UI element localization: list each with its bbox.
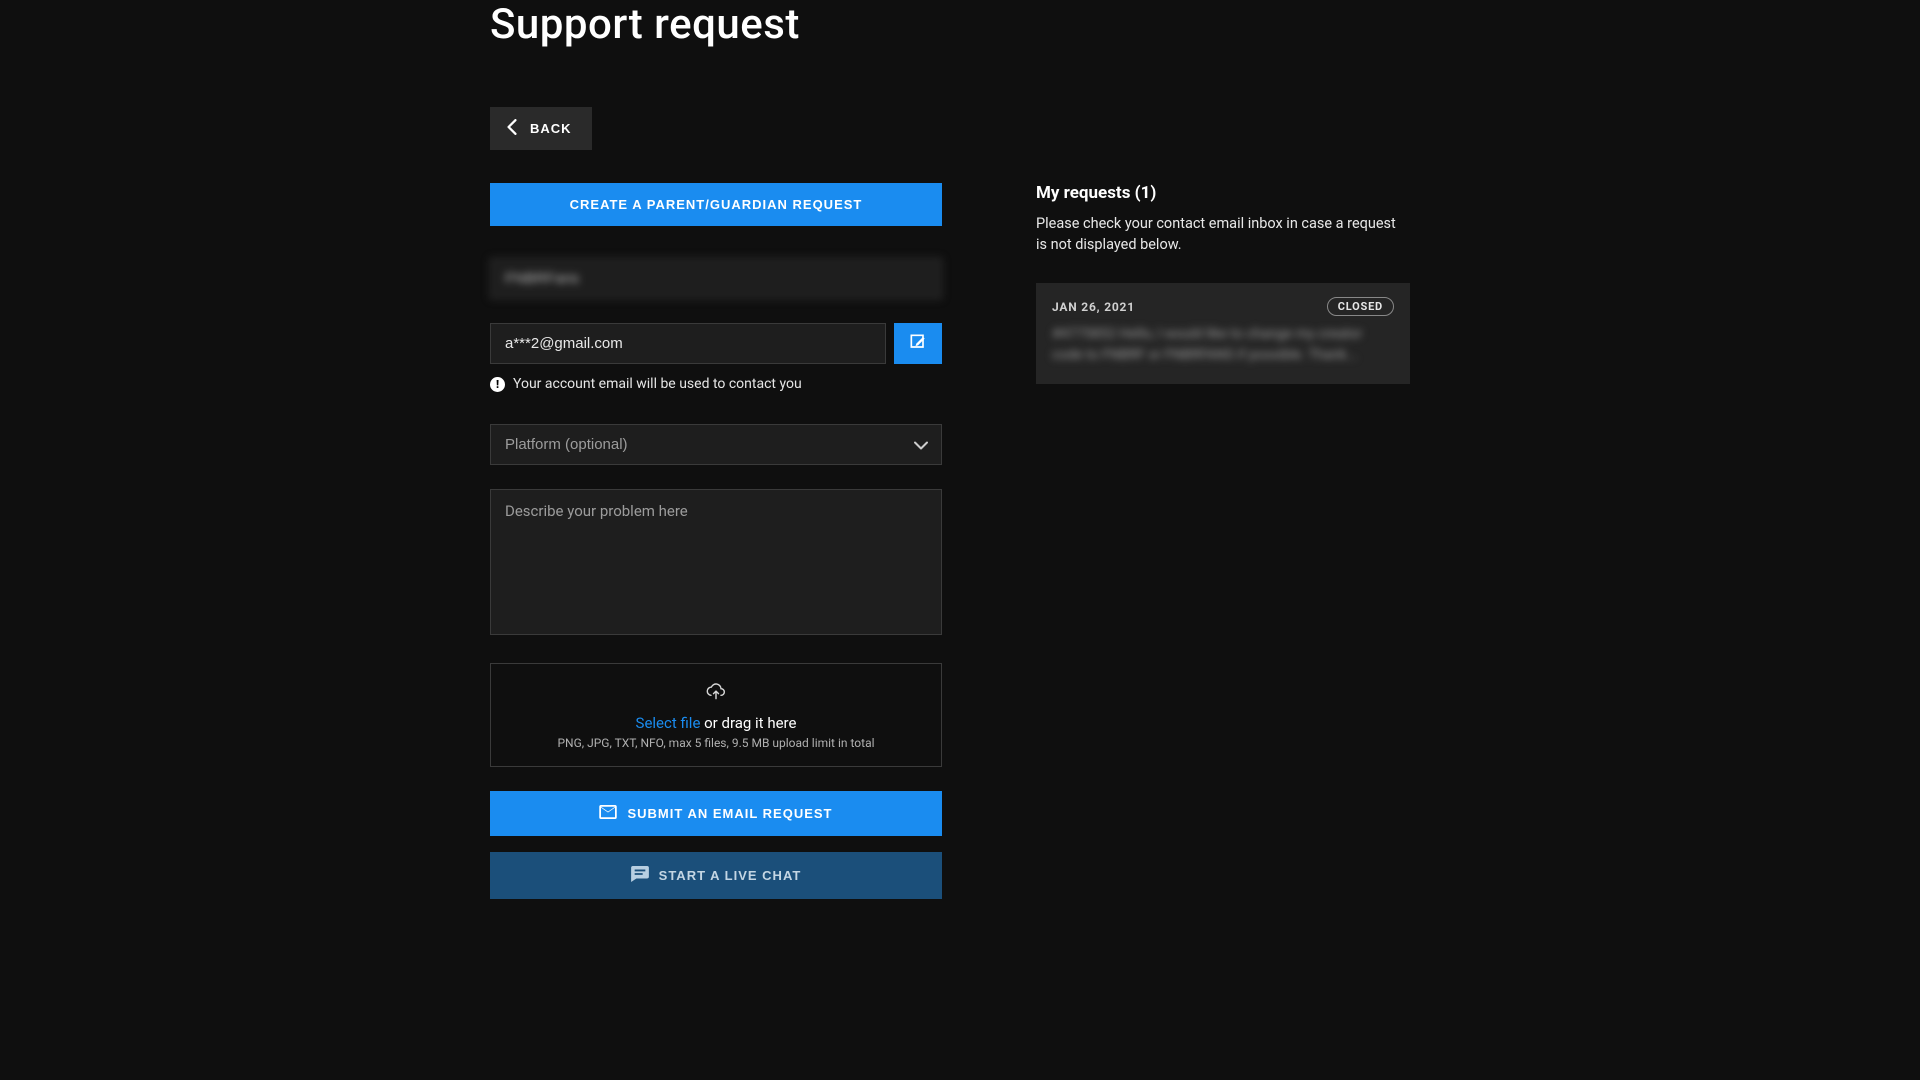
email-info-row: ! Your account email will be used to con… (490, 376, 942, 392)
upload-icon (501, 682, 931, 706)
chat-icon (631, 866, 649, 885)
description-textarea[interactable] (490, 489, 942, 635)
start-live-chat-button[interactable]: START A LIVE CHAT (490, 852, 942, 899)
edit-icon (908, 332, 928, 355)
request-card[interactable]: JAN 26, 2021 CLOSED #4775852 Hello, I wo… (1036, 283, 1410, 384)
my-requests-title: My requests (1) (1036, 183, 1430, 203)
file-upload-dropzone[interactable]: Select file or drag it here PNG, JPG, TX… (490, 663, 942, 767)
upload-hint: PNG, JPG, TXT, NFO, max 5 files, 9.5 MB … (501, 736, 931, 750)
back-button[interactable]: BACK (490, 107, 592, 150)
request-date: JAN 26, 2021 (1052, 300, 1135, 314)
select-file-link[interactable]: Select file (636, 714, 701, 732)
status-badge: CLOSED (1327, 297, 1394, 316)
username-input[interactable] (490, 258, 942, 299)
request-excerpt: #4775852 Hello, I would like to change m… (1052, 324, 1394, 366)
submit-email-button[interactable]: SUBMIT AN EMAIL REQUEST (490, 791, 942, 836)
drag-label: or drag it here (700, 714, 796, 732)
mail-icon (599, 805, 617, 822)
my-requests-subtitle: Please check your contact email inbox in… (1036, 213, 1406, 255)
chat-label: START A LIVE CHAT (659, 868, 802, 883)
submit-label: SUBMIT AN EMAIL REQUEST (627, 806, 832, 821)
chevron-left-icon (506, 119, 518, 138)
email-info-text: Your account email will be used to conta… (513, 376, 802, 392)
create-parent-request-button[interactable]: CREATE A PARENT/GUARDIAN REQUEST (490, 183, 942, 226)
edit-email-button[interactable] (894, 323, 942, 364)
back-label: BACK (530, 121, 572, 136)
page-title: Support request (490, 0, 1430, 49)
email-input[interactable] (490, 323, 886, 364)
platform-select[interactable] (490, 424, 942, 465)
create-parent-label: CREATE A PARENT/GUARDIAN REQUEST (570, 197, 863, 212)
info-icon: ! (490, 377, 505, 392)
